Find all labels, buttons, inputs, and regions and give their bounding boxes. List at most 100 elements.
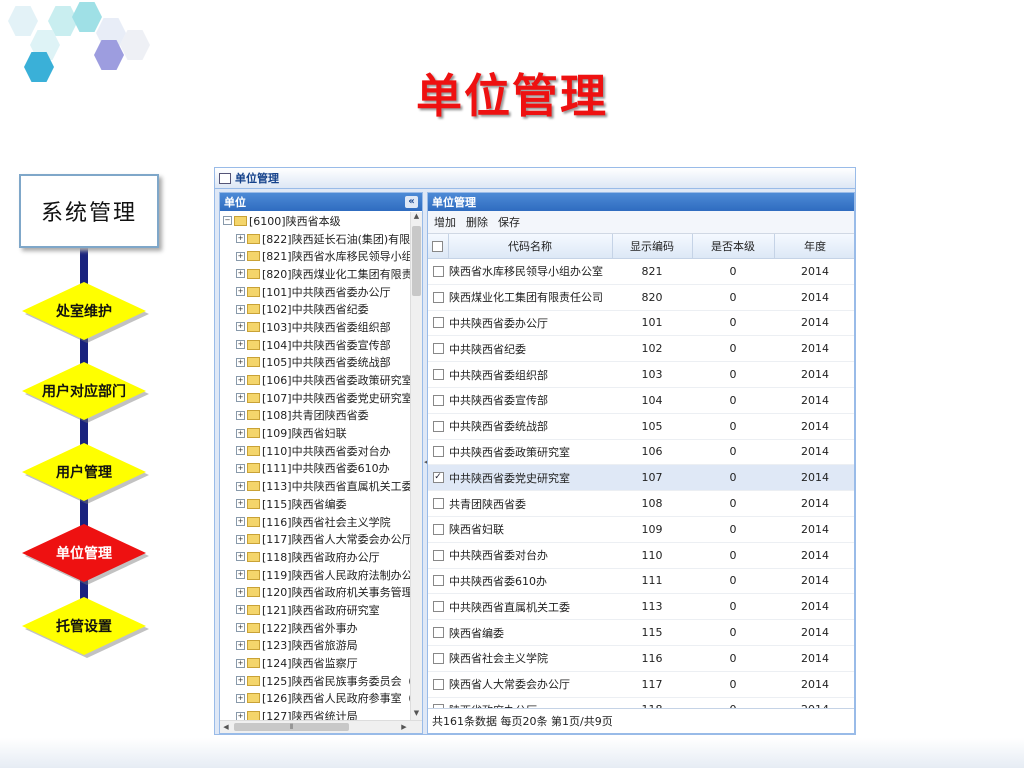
row-checkbox[interactable] bbox=[432, 420, 444, 432]
plus-icon[interactable]: + bbox=[236, 269, 245, 279]
select-all-checkbox[interactable] bbox=[428, 234, 449, 259]
table-row[interactable]: ✓ 中共陕西省委党史研究室 107 0 2014 bbox=[428, 464, 854, 492]
tree-item[interactable]: + [822]陕西延长石油(集团)有限责任 bbox=[220, 230, 410, 248]
column-header-name[interactable]: 代码名称 bbox=[448, 234, 613, 259]
tree-item[interactable]: + [126]陕西省人民政府参事室（省文 bbox=[220, 690, 410, 708]
plus-icon[interactable]: + bbox=[236, 658, 245, 668]
row-checkbox-cell[interactable] bbox=[428, 310, 448, 337]
tree-item[interactable]: + [124]陕西省监察厅 bbox=[220, 654, 410, 672]
row-checkbox[interactable]: ✓ bbox=[432, 472, 444, 484]
tree-item[interactable]: + [103]中共陕西省委组织部 bbox=[220, 318, 410, 336]
table-row[interactable]: 中共陕西省委宣传部 104 0 2014 bbox=[428, 387, 854, 414]
tree-item[interactable]: + [116]陕西省社会主义学院 bbox=[220, 513, 410, 531]
tree-item[interactable]: + [107]中共陕西省委党史研究室 bbox=[220, 389, 410, 407]
table-row[interactable]: 共青团陕西省委 108 0 2014 bbox=[428, 490, 854, 517]
flow-node-user-department[interactable]: 用户对应部门 bbox=[22, 362, 149, 423]
double-chevron-left-icon[interactable]: « bbox=[405, 196, 418, 208]
tree-item[interactable]: + [110]中共陕西省委对台办 bbox=[220, 442, 410, 460]
scroll-thumb[interactable]: ⦀ bbox=[234, 723, 349, 731]
row-checkbox[interactable] bbox=[432, 343, 444, 355]
tree-item[interactable]: + [121]陕西省政府研究室 bbox=[220, 601, 410, 619]
tree-item[interactable]: + [123]陕西省旅游局 bbox=[220, 637, 410, 655]
flow-node-user-management[interactable]: 用户管理 bbox=[22, 443, 149, 504]
table-row[interactable]: 中共陕西省委对台办 110 0 2014 bbox=[428, 542, 854, 569]
add-button[interactable]: 增加 bbox=[434, 214, 456, 230]
row-checkbox[interactable] bbox=[432, 369, 444, 381]
table-row[interactable]: 中共陕西省委办公厅 101 0 2014 bbox=[428, 310, 854, 337]
minus-icon[interactable]: − bbox=[223, 216, 232, 226]
plus-icon[interactable]: + bbox=[236, 322, 245, 332]
plus-icon[interactable]: + bbox=[236, 428, 245, 438]
table-row[interactable]: 陕西煤业化工集团有限责任公司 820 0 2014 bbox=[428, 284, 854, 311]
tree-item[interactable]: + [115]陕西省编委 bbox=[220, 495, 410, 513]
scroll-thumb[interactable] bbox=[412, 226, 421, 296]
plus-icon[interactable]: + bbox=[236, 499, 245, 509]
tree-item[interactable]: + [127]陕西省统计局 bbox=[220, 707, 410, 721]
row-checkbox-cell[interactable] bbox=[428, 387, 448, 414]
plus-icon[interactable]: + bbox=[236, 304, 245, 314]
row-checkbox[interactable] bbox=[432, 627, 444, 639]
plus-icon[interactable]: + bbox=[236, 570, 245, 580]
tree-item[interactable]: + [105]中共陕西省委统战部 bbox=[220, 354, 410, 372]
table-row[interactable]: 陕西省社会主义学院 116 0 2014 bbox=[428, 645, 854, 672]
plus-icon[interactable]: + bbox=[236, 605, 245, 615]
tree-item[interactable]: + [111]中共陕西省委610办 bbox=[220, 460, 410, 478]
row-checkbox[interactable] bbox=[432, 678, 444, 690]
tree-item[interactable]: + [113]中共陕西省直属机关工委 bbox=[220, 477, 410, 495]
row-checkbox-cell[interactable] bbox=[428, 593, 448, 621]
tree-root[interactable]: − [6100]陕西省本级 bbox=[220, 212, 410, 230]
table-row[interactable]: 陕西省妇联 109 0 2014 bbox=[428, 516, 854, 543]
row-checkbox[interactable] bbox=[432, 394, 444, 406]
row-checkbox-cell[interactable] bbox=[428, 258, 448, 285]
row-checkbox-cell[interactable] bbox=[428, 361, 448, 388]
row-checkbox[interactable] bbox=[432, 601, 444, 613]
scroll-up-arrow-icon[interactable]: ▲ bbox=[411, 212, 422, 224]
table-row[interactable]: 中共陕西省委统战部 105 0 2014 bbox=[428, 413, 854, 440]
plus-icon[interactable]: + bbox=[236, 340, 245, 350]
row-checkbox[interactable] bbox=[432, 652, 444, 664]
row-checkbox-cell[interactable] bbox=[428, 490, 448, 517]
tree-item[interactable]: + [102]中共陕西省纪委 bbox=[220, 300, 410, 318]
table-row[interactable]: 中共陕西省直属机关工委 113 0 2014 bbox=[428, 593, 854, 621]
row-checkbox-cell[interactable] bbox=[428, 335, 448, 363]
scroll-right-arrow-icon[interactable]: ▶ bbox=[398, 721, 410, 733]
tree-item[interactable]: + [109]陕西省妇联 bbox=[220, 424, 410, 442]
table-row[interactable]: 中共陕西省纪委 102 0 2014 bbox=[428, 335, 854, 363]
row-checkbox-cell[interactable] bbox=[428, 439, 448, 466]
plus-icon[interactable]: + bbox=[236, 693, 245, 703]
row-checkbox-cell[interactable] bbox=[428, 542, 448, 569]
tree-item[interactable]: + [117]陕西省人大常委会办公厅 bbox=[220, 530, 410, 548]
tree-item[interactable]: + [118]陕西省政府办公厅 bbox=[220, 548, 410, 566]
plus-icon[interactable]: + bbox=[236, 287, 245, 297]
table-row[interactable]: 陕西省编委 115 0 2014 bbox=[428, 619, 854, 646]
row-checkbox[interactable] bbox=[432, 291, 444, 303]
row-checkbox-cell[interactable] bbox=[428, 516, 448, 543]
row-checkbox[interactable] bbox=[432, 317, 444, 329]
plus-icon[interactable]: + bbox=[236, 534, 245, 544]
plus-icon[interactable]: + bbox=[236, 357, 245, 367]
scroll-left-arrow-icon[interactable]: ◀ bbox=[220, 721, 232, 733]
plus-icon[interactable]: + bbox=[236, 463, 245, 473]
row-checkbox-cell[interactable]: ✓ bbox=[428, 464, 448, 492]
plus-icon[interactable]: + bbox=[236, 517, 245, 527]
tree-item[interactable]: + [101]中共陕西省委办公厅 bbox=[220, 283, 410, 301]
column-header-code[interactable]: 显示编码 bbox=[612, 234, 693, 259]
row-checkbox[interactable] bbox=[432, 265, 444, 277]
tree-item[interactable]: + [122]陕西省外事办 bbox=[220, 619, 410, 637]
row-checkbox-cell[interactable] bbox=[428, 284, 448, 311]
table-row[interactable]: 中共陕西省委组织部 103 0 2014 bbox=[428, 361, 854, 388]
plus-icon[interactable]: + bbox=[236, 640, 245, 650]
row-checkbox[interactable] bbox=[432, 523, 444, 535]
save-button[interactable]: 保存 bbox=[498, 214, 520, 230]
plus-icon[interactable]: + bbox=[236, 410, 245, 420]
tree-item[interactable]: + [108]共青团陕西省委 bbox=[220, 407, 410, 425]
table-row[interactable]: 中共陕西省委政策研究室 106 0 2014 bbox=[428, 439, 854, 466]
row-checkbox-cell[interactable] bbox=[428, 645, 448, 672]
flow-node-hosting-settings[interactable]: 托管设置 bbox=[22, 597, 149, 658]
table-row[interactable]: 陕西省水库移民领导小组办公室 821 0 2014 bbox=[428, 258, 854, 285]
plus-icon[interactable]: + bbox=[236, 234, 245, 244]
plus-icon[interactable]: + bbox=[236, 393, 245, 403]
plus-icon[interactable]: + bbox=[236, 623, 245, 633]
row-checkbox-cell[interactable] bbox=[428, 671, 448, 698]
tree-item[interactable]: + [104]中共陕西省委宣传部 bbox=[220, 336, 410, 354]
